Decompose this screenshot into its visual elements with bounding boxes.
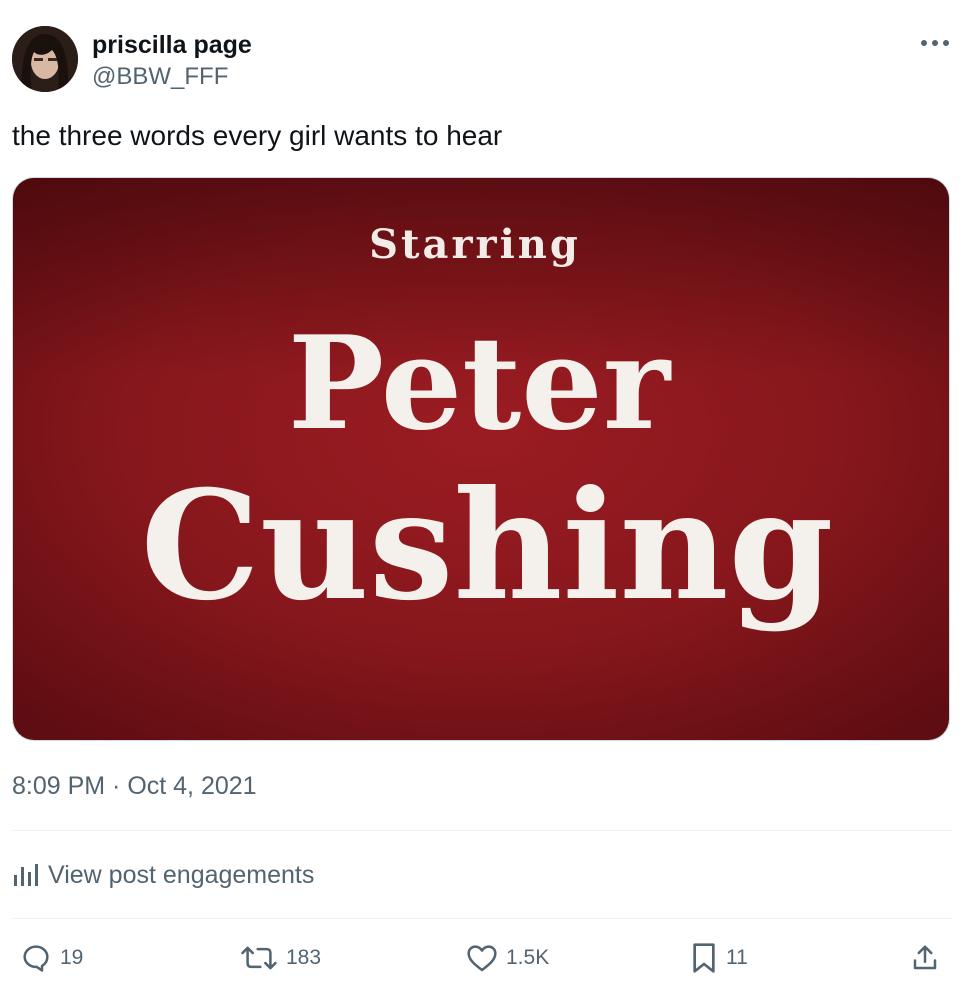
- author-display-name[interactable]: priscilla page: [92, 30, 252, 60]
- view-engagements-label: View post engagements: [48, 860, 315, 889]
- reply-button[interactable]: 19: [20, 938, 83, 978]
- media-cushing-text: Cushing: [141, 458, 834, 634]
- more-dots-icon: [921, 40, 949, 46]
- media-starring-text: Starring: [369, 221, 581, 268]
- share-button[interactable]: [910, 938, 940, 978]
- repost-arrows-icon: [241, 946, 277, 970]
- heart-icon: [467, 945, 497, 972]
- avatar[interactable]: [12, 26, 78, 92]
- bookmark-icon: [693, 943, 715, 973]
- like-button[interactable]: 1.5K: [466, 938, 549, 978]
- view-engagements-link[interactable]: View post engagements: [12, 857, 314, 893]
- post-text: the three words every girl wants to hear: [12, 120, 503, 151]
- media-peter-text: Peter: [288, 309, 672, 459]
- post-media-image[interactable]: Starring Peter Cushing: [12, 177, 950, 741]
- share-upload-icon: [913, 945, 937, 970]
- reply-bubble-icon: [23, 945, 49, 972]
- more-options-button[interactable]: [912, 30, 958, 56]
- like-count: 1.5K: [506, 946, 550, 969]
- repost-count: 183: [286, 946, 322, 969]
- reply-count: 19: [60, 946, 84, 969]
- bar-chart-icon: [14, 864, 38, 886]
- bookmark-count: 11: [726, 946, 748, 969]
- repost-button[interactable]: 183: [240, 938, 321, 978]
- divider: [12, 918, 952, 919]
- divider: [12, 830, 952, 831]
- bookmark-button[interactable]: 11: [690, 938, 748, 978]
- post-timestamp[interactable]: 8:09 PM · Oct 4, 2021: [12, 770, 257, 802]
- author-handle[interactable]: @BBW_FFF: [92, 62, 228, 92]
